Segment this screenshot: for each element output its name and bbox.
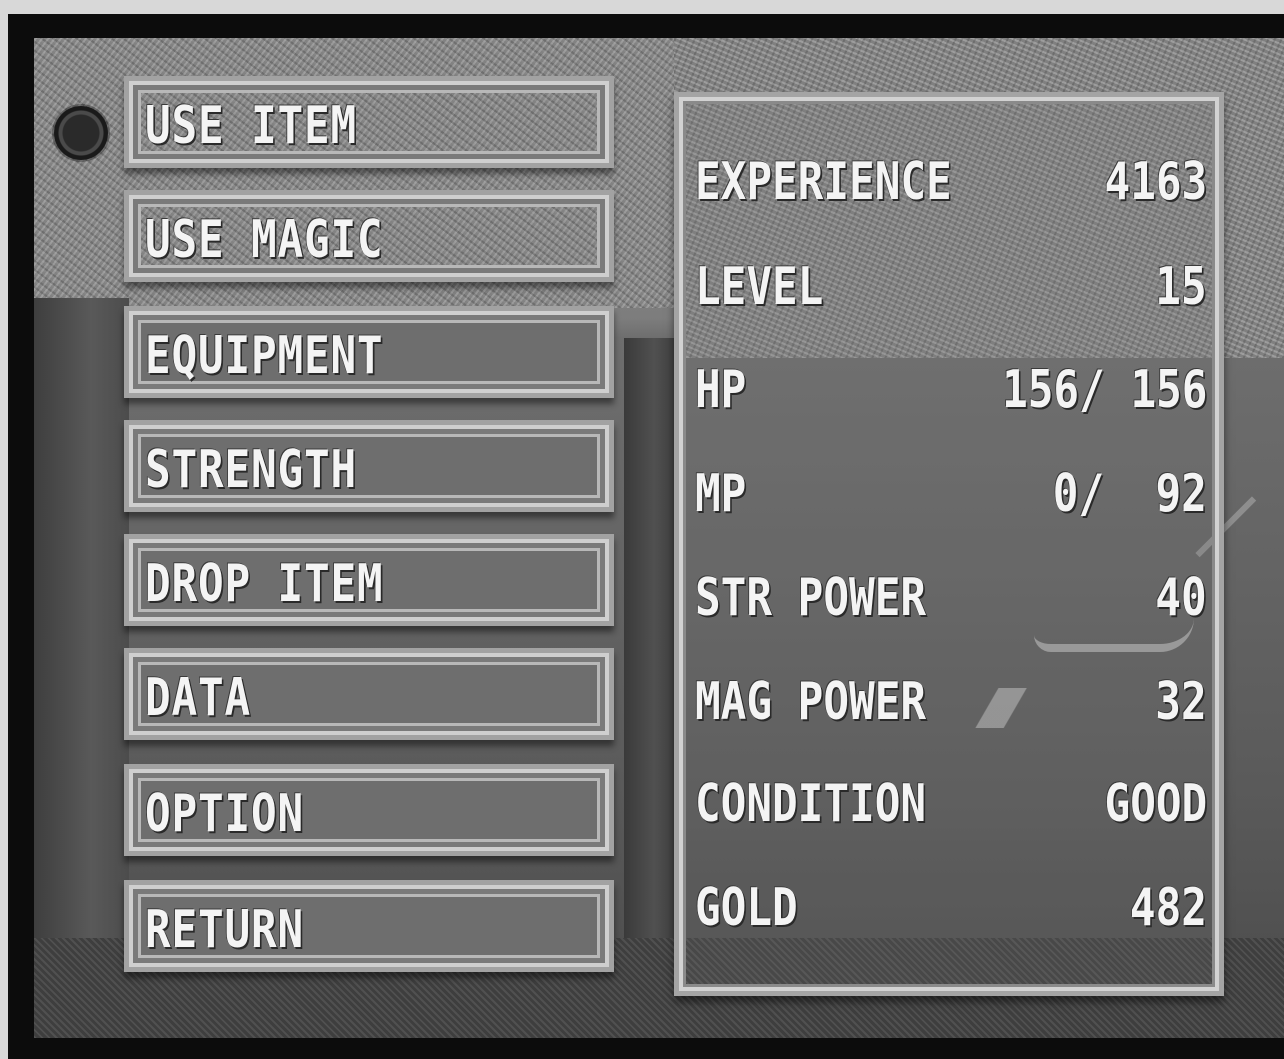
stat-row-mp: MP 0/ 92 <box>695 459 1207 529</box>
menu-item-label: USE MAGIC <box>145 210 384 270</box>
menu-item-label: RETURN <box>145 900 304 960</box>
stat-label: STR POWER <box>695 568 927 628</box>
stat-label: CONDITION <box>695 774 927 834</box>
stat-label: MP <box>695 464 747 524</box>
stat-value: 40 <box>1155 568 1207 628</box>
orb-cursor-icon <box>54 106 108 160</box>
menu-strength-button[interactable]: STRENGTH <box>124 420 614 512</box>
stat-value: 156/ 156 <box>1001 360 1207 420</box>
stat-value: 482 <box>1129 878 1207 938</box>
stat-value: 15 <box>1155 257 1207 317</box>
stat-label: GOLD <box>695 878 798 938</box>
menu-use-item-button[interactable]: USE ITEM <box>124 76 614 168</box>
stat-row-level: LEVEL 15 <box>695 252 1207 322</box>
menu-return-button[interactable]: RETURN <box>124 880 614 972</box>
screen-frame: USE ITEM USE MAGIC EQUIPMENT STRENGTH DR… <box>8 14 1284 1059</box>
menu-item-label: OPTION <box>145 784 304 844</box>
menu-option-button[interactable]: OPTION <box>124 764 614 856</box>
menu-drop-item-button[interactable]: DROP ITEM <box>124 534 614 626</box>
dungeon-wall <box>34 298 129 1038</box>
stat-value: 4163 <box>1104 152 1207 212</box>
menu-item-label: EQUIPMENT <box>145 326 384 386</box>
menu-item-label: DROP ITEM <box>145 554 384 614</box>
stat-row-gold: GOLD 482 <box>695 873 1207 943</box>
menu-data-button[interactable]: DATA <box>124 648 614 740</box>
stat-value: GOOD <box>1104 774 1207 834</box>
stat-row-str-power: STR POWER 40 <box>695 563 1207 633</box>
stat-label: LEVEL <box>695 257 824 317</box>
stat-label: EXPERIENCE <box>695 152 952 212</box>
menu-item-label: STRENGTH <box>145 440 357 500</box>
menu-item-label: DATA <box>145 668 251 728</box>
stat-row-mag-power: MAG POWER 32 <box>695 667 1207 737</box>
menu-item-label: USE ITEM <box>145 96 357 156</box>
stat-row-condition: CONDITION GOOD <box>695 769 1207 839</box>
stat-value: 0/ 92 <box>1052 464 1207 524</box>
menu-equipment-button[interactable]: EQUIPMENT <box>124 306 614 398</box>
menu-use-magic-button[interactable]: USE MAGIC <box>124 190 614 282</box>
stat-row-hp: HP 156/ 156 <box>695 355 1207 425</box>
stat-row-experience: EXPERIENCE 4163 <box>695 147 1207 217</box>
stat-value: 32 <box>1155 672 1207 732</box>
stats-panel: EXPERIENCE 4163 LEVEL 15 HP 156/ 156 MP … <box>674 92 1224 996</box>
stat-label: HP <box>695 360 747 420</box>
stat-label: MAG POWER <box>695 672 927 732</box>
